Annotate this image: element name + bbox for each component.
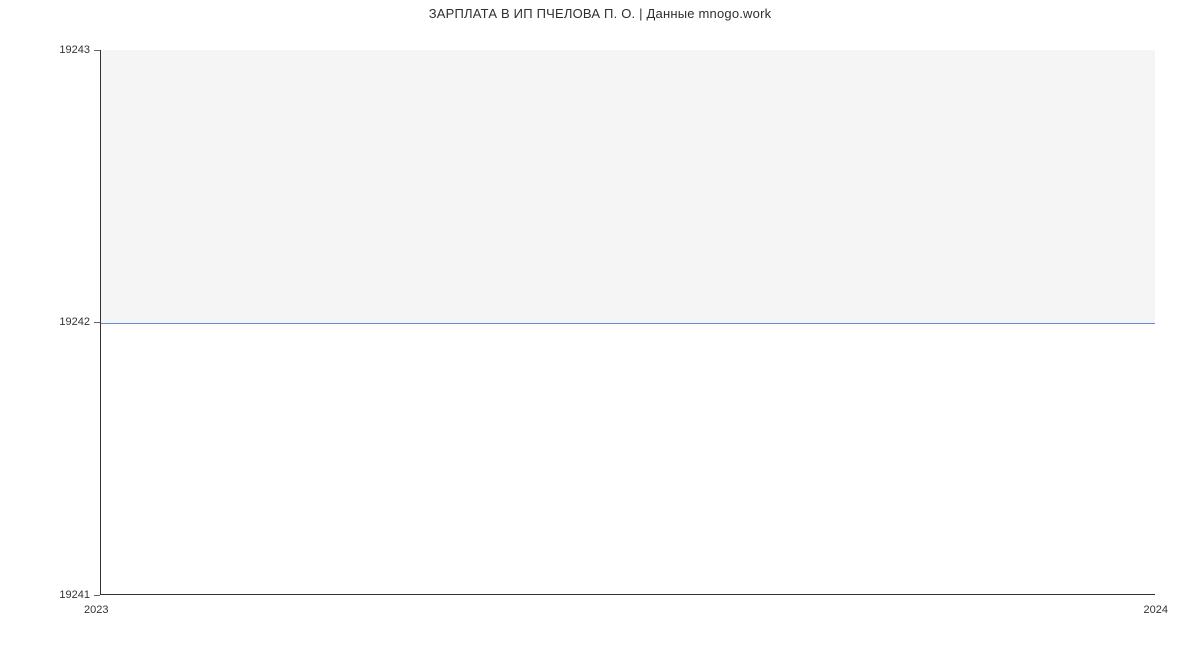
- y-label-top: 19243: [50, 44, 90, 56]
- chart-container: ЗАРПЛАТА В ИП ПЧЕЛОВА П. О. | Данные mno…: [0, 0, 1200, 650]
- y-axis: [100, 50, 101, 595]
- plot-lower-band: [100, 323, 1155, 596]
- y-label-bot: 19241: [50, 589, 90, 601]
- y-tick-top: [94, 50, 100, 51]
- y-tick-bot: [94, 595, 100, 596]
- x-axis: [100, 594, 1155, 595]
- x-label-left: 2023: [84, 604, 108, 616]
- data-line: [100, 323, 1155, 324]
- y-label-mid: 19242: [50, 316, 90, 328]
- x-label-right: 2024: [1144, 604, 1168, 616]
- y-tick-mid: [94, 322, 100, 323]
- plot-area: [100, 50, 1155, 595]
- chart-title: ЗАРПЛАТА В ИП ПЧЕЛОВА П. О. | Данные mno…: [0, 6, 1200, 21]
